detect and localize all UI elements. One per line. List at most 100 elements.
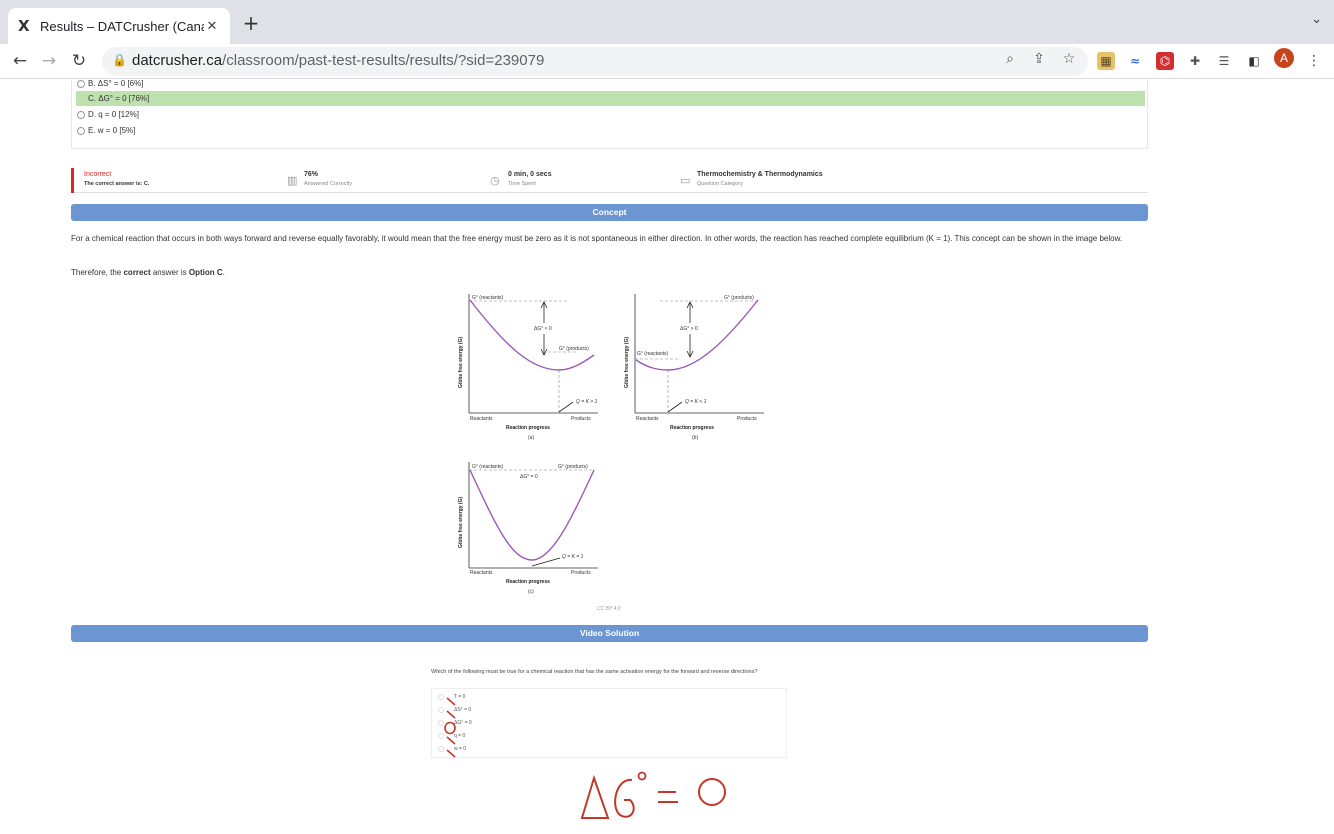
video-question-text: Which of the following must be true for … (431, 669, 758, 675)
label-q-k: Q = K < 1 (685, 399, 707, 405)
answer-option-c-correct: C. ΔG° = 0 [76%] (76, 91, 1145, 106)
handwritten-zero (698, 778, 726, 806)
extensions-puzzle-icon[interactable]: ✚ (1186, 52, 1204, 70)
reading-list-icon[interactable]: ☰ (1215, 52, 1233, 70)
forward-arrow-icon[interactable]: → (37, 49, 61, 73)
url-path: /classroom/past-test-results/results/?si… (222, 52, 545, 69)
bar-chart-icon: ▥ (287, 174, 298, 187)
handwritten-g (614, 778, 635, 818)
free-energy-curve (469, 469, 595, 561)
answer-options-box: B. ΔS° = 0 [6%] C. ΔG° = 0 [76%] D. q = … (71, 80, 1148, 149)
browser-toolbar: ← → ↻ 🔒 datcrusher.ca/classroom/past-tes… (0, 44, 1334, 79)
reload-icon[interactable]: ↻ (67, 49, 91, 73)
more-menu-icon[interactable]: ⋮ (1305, 52, 1323, 70)
share-icon[interactable]: ⇪ (1029, 51, 1049, 67)
label-reactants: Reactants (470, 570, 493, 576)
free-energy-curve (469, 299, 595, 371)
result-status-row: Incorrect The correct answer is: C. ▥ 76… (71, 168, 1148, 193)
label-products: Products (571, 416, 591, 422)
concept-paragraph: For a chemical reaction that occurs in b… (71, 234, 1123, 243)
conclusion-bold-option: Option C (188, 268, 223, 277)
zoom-icon[interactable]: ⌕ (1000, 51, 1020, 67)
conclusion-text: answer is (150, 268, 189, 277)
time-value: 0 min, 0 secs (508, 171, 552, 178)
gibbs-diagram-b: G° (products) G° (reactants) ΔG° > 0 Q =… (624, 294, 764, 441)
label-g-reactants: G° (reactants) (472, 295, 504, 301)
tab-search-chevron-icon[interactable]: ⌄ (1311, 12, 1322, 27)
radio-icon (77, 80, 85, 88)
tab-strip: X Results – DATCrusher (Canadia ✕ + ⌄ (0, 0, 1334, 44)
side-panel-icon[interactable]: ◧ (1245, 52, 1263, 70)
video-solution-heading-bar: Video Solution (71, 625, 1148, 642)
x-axis-label: Reaction progress (506, 579, 550, 585)
calendar-icon: ▭ (680, 174, 691, 187)
pdf-extension-icon[interactable]: ⌬ (1156, 52, 1174, 70)
free-energy-curve (635, 299, 759, 371)
bookmark-star-icon[interactable]: ☆ (1059, 51, 1079, 67)
handwritten-equals (658, 791, 678, 803)
answer-option-d: D. q = 0 [12%] (76, 107, 1145, 122)
radio-icon (77, 95, 85, 103)
browser-tab-active[interactable]: X Results – DATCrusher (Canadia ✕ (8, 8, 230, 44)
label-delta-g: ΔG° < 0 (534, 326, 552, 332)
label-q-k: Q = K > 1 (576, 399, 598, 405)
clock-icon: ◷ (490, 174, 500, 187)
video-solution-frame[interactable]: Which of the following must be true for … (431, 668, 791, 768)
option-label: D. q = 0 [12%] (88, 110, 139, 119)
panel-tag: (a) (528, 435, 534, 441)
tab-close-icon[interactable]: ✕ (204, 19, 220, 34)
incorrect-indicator-bar (71, 168, 74, 193)
result-stat: Incorrect The correct answer is: C. (84, 171, 149, 187)
tab-title: Results – DATCrusher (Canadia (40, 18, 204, 34)
handwritten-answer (560, 770, 740, 834)
label-delta-g: ΔG° = 0 (520, 474, 538, 480)
audio-wave-extension-icon[interactable]: ≈ (1126, 52, 1144, 70)
y-axis-label: Gibbs free energy (G) (458, 497, 464, 548)
option-label: E. w = 0 [5%] (88, 126, 136, 135)
url-text[interactable]: datcrusher.ca/classroom/past-test-result… (132, 52, 544, 69)
label-g-products: G° (products) (559, 346, 589, 352)
conclusion-bold-correct: correct (123, 268, 151, 277)
category-stat: Thermochemistry & Thermodynamics Questio… (697, 171, 823, 187)
option-label: B. ΔS° = 0 [6%] (88, 80, 144, 88)
x-axis-label: Reaction progress (670, 425, 714, 431)
answer-option-e: E. w = 0 [5%] (76, 123, 1145, 138)
concept-conclusion: Therefore, the correct answer is Option … (71, 267, 1148, 279)
radio-icon (77, 126, 85, 135)
video-options-box: T = 0 ΔS° = 0 ΔG° = 0 q = 0 w = 0 (431, 688, 787, 758)
profile-avatar[interactable]: A (1274, 48, 1294, 68)
percent-value: 76% (304, 171, 319, 178)
correct-answer-text: The correct answer is: C. (84, 181, 150, 187)
page-content: B. ΔS° = 0 [6%] C. ΔG° = 0 [76%] D. q = … (0, 80, 1334, 834)
result-text: Incorrect (84, 171, 112, 178)
panel-tag: (b) (692, 435, 698, 441)
address-bar[interactable]: 🔒 datcrusher.ca/classroom/past-test-resu… (102, 47, 1088, 76)
label-delta-g: ΔG° > 0 (680, 326, 698, 332)
y-axis-label: Gibbs free energy (G) (458, 337, 464, 388)
new-tab-button[interactable]: + (240, 11, 262, 35)
answer-option-b: B. ΔS° = 0 [6%] (76, 80, 1145, 91)
panel-tag: (c) (528, 589, 534, 595)
y-axis-label: Gibbs free energy (G) (624, 337, 630, 388)
handwritten-delta (580, 774, 610, 819)
datcrusher-favicon-icon: X (18, 17, 30, 35)
conclusion-text: . (222, 268, 225, 277)
tangent-line (558, 401, 574, 413)
circle-mark (444, 721, 456, 735)
radio-icon (77, 110, 85, 119)
label-q-k: Q = K = 1 (562, 554, 584, 560)
label-products: Products (737, 416, 757, 422)
percent-label: Answered Correctly (304, 181, 352, 187)
label-reactants: Reactants (636, 416, 659, 422)
gibbs-diagram-a: G° (reactants) G° (products) ΔG° < 0 Q =… (458, 294, 598, 441)
label-g-reactants: G° (reactants) (637, 351, 669, 357)
back-arrow-icon[interactable]: ← (8, 49, 32, 73)
label-reactants: Reactants (470, 416, 493, 422)
calculator-extension-icon[interactable]: ▦ (1097, 52, 1115, 70)
gibbs-diagram-c: G° (reactants) G° (products) ΔG° = 0 Q =… (458, 462, 598, 595)
url-host: datcrusher.ca (132, 52, 223, 69)
category-value: Thermochemistry & Thermodynamics (697, 171, 823, 178)
tangent-line (667, 401, 683, 413)
time-stat: 0 min, 0 secs Time Spent (508, 171, 552, 187)
label-products: Products (571, 570, 591, 576)
